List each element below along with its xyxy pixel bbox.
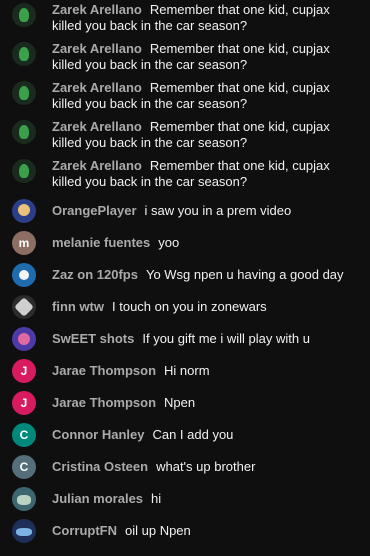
message-body: Jarae Thompson Hi norm (52, 363, 360, 379)
chat-message: Zaz on 120fps Yo Wsg npen u having a good… (0, 259, 370, 291)
user-avatar-icon[interactable] (12, 159, 36, 183)
user-avatar-icon[interactable] (12, 81, 36, 105)
message-body: Cristina Osteen what's up brother (52, 459, 360, 475)
chat-message: Zarek Arellano Remember that one kid, cup… (0, 117, 370, 156)
user-avatar-icon[interactable] (12, 295, 36, 319)
user-avatar-icon[interactable] (12, 120, 36, 144)
message-body: finn wtw I touch on you in zonewars (52, 299, 360, 315)
message-body: Zarek Arellano Remember that one kid, cup… (52, 0, 360, 34)
user-avatar-icon[interactable] (12, 327, 36, 351)
user-avatar-icon[interactable] (12, 199, 36, 223)
letter-avatar-icon[interactable]: C (12, 423, 36, 447)
chat-message: C Cristina Osteen what's up brother (0, 451, 370, 483)
message-text: what's up brother (156, 459, 256, 474)
chat-message: Zarek Arellano Remember that one kid, cup… (0, 78, 370, 117)
chat-message: finn wtw I touch on you in zonewars (0, 291, 370, 323)
author-name[interactable]: Zarek Arellano (52, 41, 142, 56)
message-text: oil up Npen (125, 523, 191, 538)
author-name[interactable]: finn wtw (52, 299, 104, 314)
author-name[interactable]: SwEET shots (52, 331, 134, 346)
author-name[interactable]: CorruptFN (52, 523, 117, 538)
message-text: If you gift me i will play with u (142, 331, 310, 346)
message-body: melanie fuentes yoo (52, 235, 360, 251)
message-body: CorruptFN oil up Npen (52, 523, 360, 539)
message-body: SwEET shots If you gift me i will play wi… (52, 331, 360, 347)
author-name[interactable]: Julian morales (52, 491, 143, 506)
message-body: Connor Hanley Can I add you (52, 427, 360, 443)
chat-message: OrangePlayer i saw you in a prem video (0, 195, 370, 227)
letter-avatar-icon[interactable]: C (12, 455, 36, 479)
author-name[interactable]: Jarae Thompson (52, 395, 156, 410)
user-avatar-icon[interactable] (12, 263, 36, 287)
message-text: i saw you in a prem video (144, 203, 292, 218)
author-name[interactable]: Zarek Arellano (52, 2, 142, 17)
message-body: Jarae Thompson Npen (52, 395, 360, 411)
message-body: Zaz on 120fps Yo Wsg npen u having a good… (52, 267, 360, 283)
user-avatar-icon[interactable] (12, 487, 36, 511)
letter-avatar-icon[interactable]: J (12, 391, 36, 415)
chat-message: Zarek Arellano Remember that one kid, cup… (0, 0, 370, 39)
message-body: Julian morales hi (52, 491, 360, 507)
message-text: Hi norm (164, 363, 210, 378)
author-name[interactable]: Zarek Arellano (52, 158, 142, 173)
author-name[interactable]: Zaz on 120fps (52, 267, 138, 282)
author-name[interactable]: Jarae Thompson (52, 363, 156, 378)
author-name[interactable]: melanie fuentes (52, 235, 150, 250)
message-text: yoo (158, 235, 180, 250)
chat-message: C Connor Hanley Can I add you (0, 419, 370, 451)
letter-avatar-icon[interactable]: m (12, 231, 36, 255)
author-name[interactable]: Cristina Osteen (52, 459, 148, 474)
chat-message: J Jarae Thompson Hi norm (0, 355, 370, 387)
chat-message: J Jarae Thompson Npen (0, 387, 370, 419)
live-chat-feed: Zarek Arellano Remember that one kid, cup… (0, 0, 370, 556)
user-avatar-icon[interactable] (12, 3, 36, 27)
message-body: OrangePlayer i saw you in a prem video (52, 203, 360, 219)
author-name[interactable]: Connor Hanley (52, 427, 144, 442)
chat-message: m melanie fuentes yoo (0, 227, 370, 259)
message-body: Zarek Arellano Remember that one kid, cup… (52, 117, 360, 151)
chat-message: CorruptFN oil up Npen (0, 515, 370, 547)
author-name[interactable]: Zarek Arellano (52, 80, 142, 95)
user-avatar-icon[interactable] (12, 519, 36, 543)
message-text: Yo Wsg npen u having a good day (145, 267, 344, 282)
author-name[interactable]: OrangePlayer (52, 203, 137, 218)
message-body: Zarek Arellano Remember that one kid, cup… (52, 78, 360, 112)
user-avatar-icon[interactable] (12, 42, 36, 66)
message-body: Zarek Arellano Remember that one kid, cup… (52, 39, 360, 73)
chat-message: Julian morales hi (0, 483, 370, 515)
chat-message: Zarek Arellano Remember that one kid, cup… (0, 156, 370, 195)
chat-message: Zarek Arellano Remember that one kid, cup… (0, 39, 370, 78)
message-text: Can I add you (152, 427, 234, 442)
chat-message: SwEET shots If you gift me i will play wi… (0, 323, 370, 355)
message-text: I touch on you in zonewars (112, 299, 267, 314)
author-name[interactable]: Zarek Arellano (52, 119, 142, 134)
letter-avatar-icon[interactable]: J (12, 359, 36, 383)
message-text: Npen (164, 395, 196, 410)
message-text: hi (151, 491, 162, 506)
message-body: Zarek Arellano Remember that one kid, cup… (52, 156, 360, 190)
